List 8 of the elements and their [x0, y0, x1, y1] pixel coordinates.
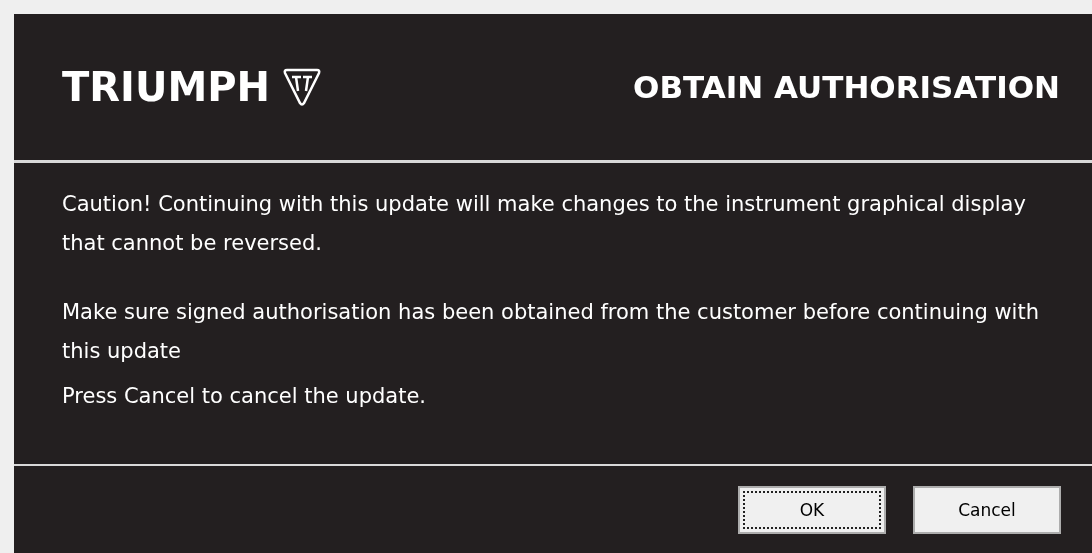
triangle-emblem-icon — [282, 67, 323, 107]
message-text: Press Cancel to cancel the update. — [62, 383, 428, 410]
ok-button[interactable]: OK — [738, 485, 886, 534]
message-text: Make sure signed authorisation has been obtained from the customer before continuing with this update — [62, 299, 1040, 365]
cancel-button[interactable]: Cancel — [913, 485, 1061, 534]
dialog-title: OBTAIN AUTHORISATION — [633, 69, 1060, 105]
message-text: Caution! Continuing with this update will make changes to the instrument graphical display that cannot be reversed. — [62, 191, 1027, 257]
logo-text: TRIUMPH — [62, 64, 271, 110]
